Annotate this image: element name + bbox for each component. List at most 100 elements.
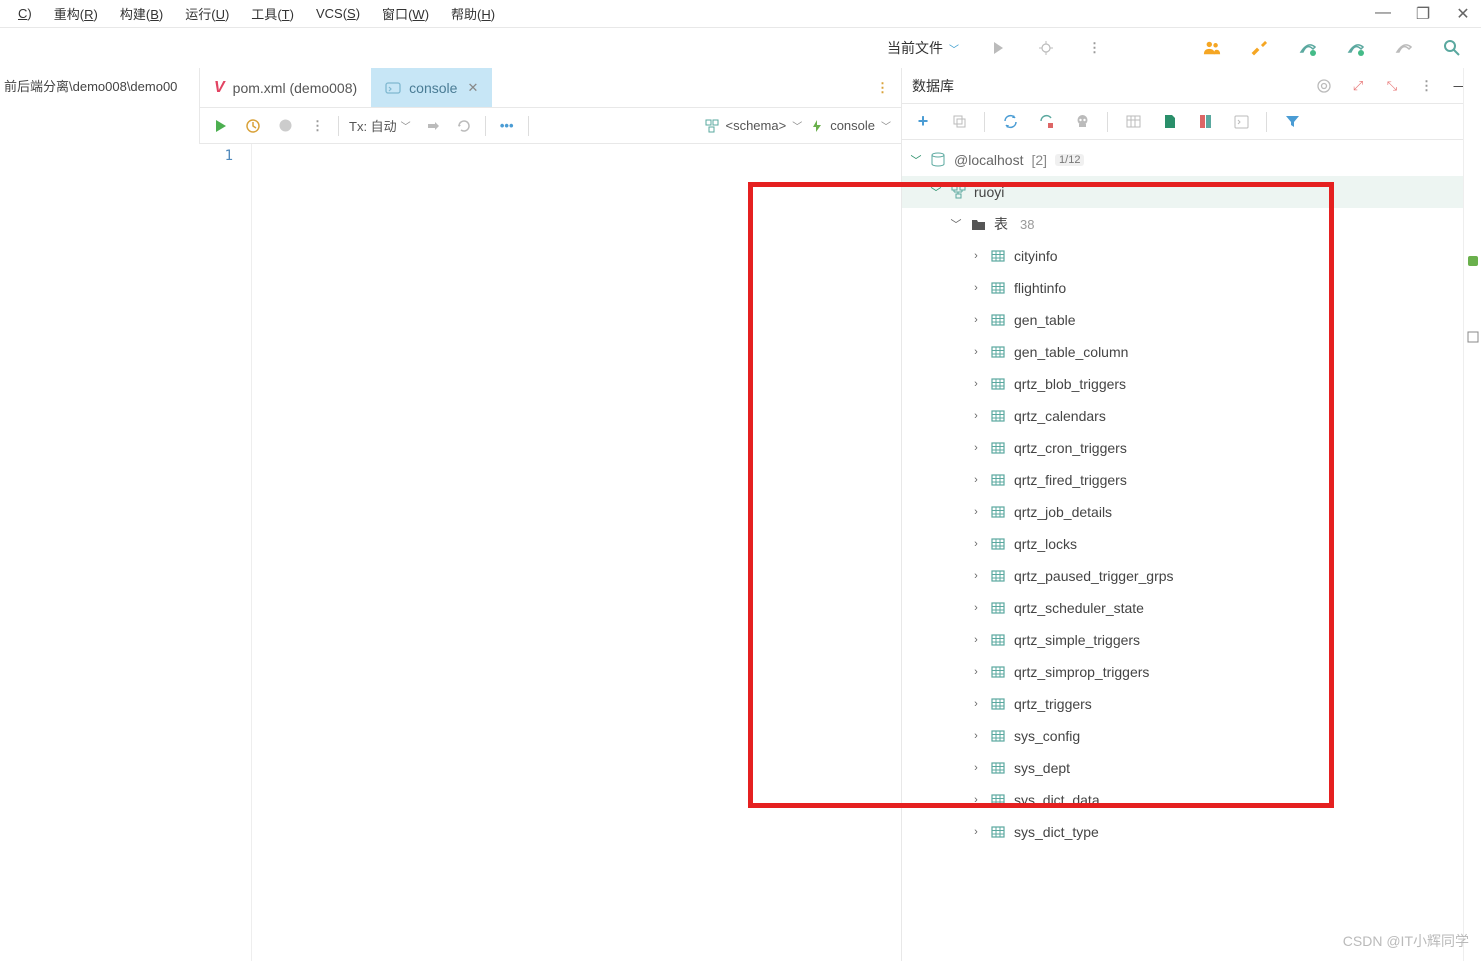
search-icon[interactable] — [1443, 39, 1461, 57]
play-icon[interactable] — [989, 39, 1007, 57]
menu-vcs[interactable]: VCS(S) — [306, 4, 370, 23]
chevron-right-icon[interactable]: › — [970, 250, 982, 262]
stripe-icon2[interactable] — [1464, 324, 1481, 350]
panel-more-icon[interactable]: ⋮ — [1415, 75, 1437, 97]
toolbar-more-icon[interactable]: ⋮ — [306, 115, 328, 137]
chevron-right-icon[interactable]: › — [970, 538, 982, 550]
table-icon — [990, 632, 1006, 648]
table-row[interactable]: › gen_table_column — [902, 336, 1481, 368]
table-row[interactable]: › sys_dict_type — [902, 816, 1481, 848]
maximize-button[interactable]: ❐ — [1413, 4, 1433, 24]
tab-console[interactable]: console ✕ — [371, 68, 492, 107]
table-row[interactable]: › qrtz_simprop_triggers — [902, 656, 1481, 688]
add-datasource-icon[interactable]: + — [912, 111, 934, 133]
editor-body[interactable]: 1 — [200, 144, 901, 961]
db-tree[interactable]: ﹀ @localhost [2] 1/12 ﹀ ruoyi ﹀ 表 38 › c… — [902, 140, 1481, 961]
chevron-right-icon[interactable]: › — [970, 730, 982, 742]
stop-refresh-icon[interactable] — [1035, 111, 1057, 133]
stripe-icon1[interactable] — [1464, 248, 1481, 274]
scratch2-icon[interactable] — [1194, 111, 1216, 133]
breadcrumb[interactable]: 前后端分离\demo008\demo00 — [0, 68, 199, 103]
table-row[interactable]: › flightinfo — [902, 272, 1481, 304]
chevron-right-icon[interactable]: › — [970, 634, 982, 646]
menu-help[interactable]: 帮助(H) — [441, 2, 505, 25]
chevron-right-icon[interactable]: › — [970, 570, 982, 582]
menu-tools[interactable]: 工具(T) — [241, 2, 304, 25]
debug-icon[interactable] — [1037, 39, 1055, 57]
duplicate-icon[interactable] — [948, 111, 970, 133]
chevron-right-icon[interactable]: › — [970, 602, 982, 614]
menu-window[interactable]: 窗口(W) — [372, 2, 439, 25]
rollback-icon[interactable] — [274, 115, 296, 137]
run-config-selector[interactable]: 当前文件 ﹀ — [887, 38, 959, 58]
tools-icon[interactable] — [1251, 39, 1269, 57]
table-row[interactable]: › qrtz_cron_triggers — [902, 432, 1481, 464]
console-open-icon[interactable] — [1230, 111, 1252, 133]
table-row[interactable]: › qrtz_triggers — [902, 688, 1481, 720]
chevron-right-icon[interactable]: › — [970, 666, 982, 678]
chevron-down-icon[interactable]: ﹀ — [910, 152, 922, 168]
menu-build[interactable]: 构建(B) — [110, 2, 173, 25]
users-icon[interactable] — [1203, 39, 1221, 57]
close-button[interactable]: ✕ — [1453, 4, 1473, 24]
tab-pom-xml[interactable]: V pom.xml (demo008) — [200, 68, 371, 107]
minimize-button[interactable]: — — [1373, 4, 1393, 24]
schema-selector[interactable]: <schema> ﹀ — [705, 118, 802, 133]
table-row[interactable]: › qrtz_calendars — [902, 400, 1481, 432]
chevron-down-icon[interactable]: ﹀ — [950, 216, 962, 232]
chevron-right-icon[interactable]: › — [970, 410, 982, 422]
chevron-right-icon[interactable]: › — [970, 378, 982, 390]
tab-close-icon[interactable]: ✕ — [467, 80, 478, 96]
chevron-right-icon[interactable]: › — [970, 314, 982, 326]
table-row[interactable]: › sys_config — [902, 720, 1481, 752]
history-icon[interactable] — [242, 115, 264, 137]
tables-folder-row[interactable]: ﹀ 表 38 — [902, 208, 1481, 240]
chevron-right-icon[interactable]: › — [970, 282, 982, 294]
menu-run[interactable]: 运行(U) — [175, 2, 239, 25]
run-button[interactable] — [210, 115, 232, 137]
open-table-icon[interactable] — [1122, 111, 1144, 133]
commit-icon[interactable] — [421, 115, 443, 137]
menu-leading[interactable]: C) — [8, 4, 42, 23]
code-area[interactable] — [252, 144, 901, 961]
deploy2-icon[interactable] — [1347, 39, 1365, 57]
revert-icon[interactable] — [453, 115, 475, 137]
table-row[interactable]: › cityinfo — [902, 240, 1481, 272]
chevron-right-icon[interactable]: › — [970, 794, 982, 806]
table-row[interactable]: › qrtz_fired_triggers — [902, 464, 1481, 496]
collapse-icon[interactable]: ⤡ — [1381, 75, 1403, 97]
target-icon[interactable] — [1313, 75, 1335, 97]
tabs-more-icon[interactable]: ⋮ — [871, 77, 893, 99]
table-row[interactable]: › sys_dept — [902, 752, 1481, 784]
table-row[interactable]: › qrtz_simple_triggers — [902, 624, 1481, 656]
expand-icon[interactable]: ⤢ — [1347, 75, 1369, 97]
filter-icon[interactable] — [1281, 111, 1303, 133]
scratch1-icon[interactable] — [1158, 111, 1180, 133]
table-row[interactable]: › gen_table — [902, 304, 1481, 336]
skull-icon[interactable] — [1071, 111, 1093, 133]
chevron-down-icon[interactable]: ﹀ — [930, 184, 942, 200]
table-row[interactable]: › qrtz_paused_trigger_grps — [902, 560, 1481, 592]
menu-refactor[interactable]: 重构(R) — [44, 2, 108, 25]
chevron-right-icon[interactable]: › — [970, 346, 982, 358]
chevron-right-icon[interactable]: › — [970, 698, 982, 710]
tx-mode[interactable]: Tx: 自动 ﹀ — [349, 116, 411, 135]
chevron-right-icon[interactable]: › — [970, 506, 982, 518]
chevron-right-icon[interactable]: › — [970, 826, 982, 838]
session-selector[interactable]: console ﹀ — [812, 118, 891, 133]
more-icon[interactable]: ⋮ — [1085, 39, 1103, 57]
table-row[interactable]: › qrtz_blob_triggers — [902, 368, 1481, 400]
chevron-right-icon[interactable]: › — [970, 762, 982, 774]
table-row[interactable]: › qrtz_job_details — [902, 496, 1481, 528]
chevron-right-icon[interactable]: › — [970, 474, 982, 486]
chevron-right-icon[interactable]: › — [970, 442, 982, 454]
table-row[interactable]: › qrtz_scheduler_state — [902, 592, 1481, 624]
deploy1-icon[interactable] — [1299, 39, 1317, 57]
refresh-icon[interactable] — [999, 111, 1021, 133]
table-row[interactable]: › sys_dict_data — [902, 784, 1481, 816]
table-row[interactable]: › qrtz_locks — [902, 528, 1481, 560]
connection-row[interactable]: ﹀ @localhost [2] 1/12 — [902, 144, 1481, 176]
deploy3-icon[interactable] — [1395, 39, 1413, 57]
schema-row[interactable]: ﹀ ruoyi — [902, 176, 1481, 208]
toolbar-more2-icon[interactable]: ••• — [496, 115, 518, 137]
